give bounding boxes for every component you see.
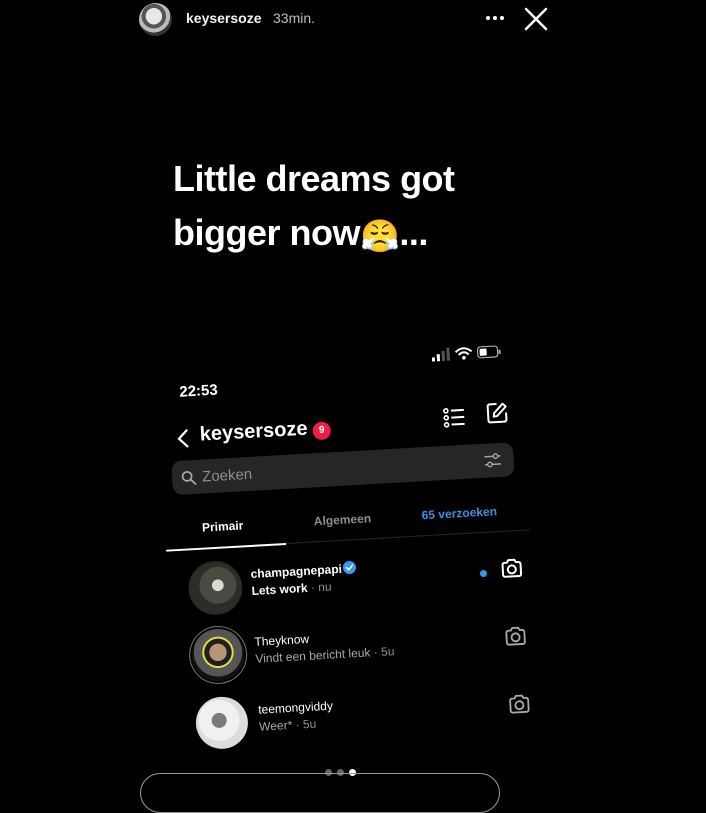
chat-row-theyknow[interactable]: Theyknow Vindt een bericht leuk · 5u: [190, 611, 534, 690]
camera-icon[interactable]: [503, 624, 528, 649]
story-timestamp: 33min.: [273, 10, 316, 26]
reply-input[interactable]: [140, 773, 500, 813]
camera-icon[interactable]: [499, 556, 524, 581]
avatar: [186, 559, 244, 617]
story-username[interactable]: keysersoze: [186, 10, 262, 26]
search-icon: [181, 471, 197, 485]
chat-name: teemongviddy: [257, 698, 334, 717]
avatar: [190, 627, 246, 683]
chat-row-teemongviddy[interactable]: teemongviddy Weer* · 5u: [194, 679, 538, 758]
tab-algemeen[interactable]: Algemeen: [313, 511, 371, 528]
tab-divider: [285, 529, 531, 544]
filter-icon[interactable]: [483, 451, 502, 470]
dm-screenshot: 22:53 keysersoze 9 Zoeken Primair Algeme…: [155, 329, 559, 786]
chat-name: Theyknow: [254, 631, 310, 649]
status-icons: [431, 345, 501, 362]
search-field[interactable]: Zoeken: [171, 442, 515, 496]
list-icon[interactable]: [442, 405, 467, 430]
chat-message: Lets work · nu: [251, 579, 332, 598]
active-tab-indicator: [166, 542, 287, 552]
notification-badge: 9: [312, 421, 332, 441]
chat-row-champagnepapi[interactable]: champagnepapi Lets work · nu: [186, 544, 530, 623]
caption-ellipsis: ...: [399, 212, 428, 253]
tab-primair[interactable]: Primair: [202, 518, 244, 534]
angry-face-emoji: 😤: [360, 218, 400, 254]
chat-message: Weer* · 5u: [258, 716, 317, 734]
caption-line-2: bigger now: [173, 212, 361, 253]
verified-badge-icon: [342, 560, 356, 574]
caption-line-1: Little dreams got: [173, 158, 455, 199]
search-placeholder: Zoeken: [201, 465, 253, 486]
story-caption: Little dreams got bigger now😤...: [173, 152, 553, 263]
back-arrow-icon[interactable]: [175, 428, 190, 449]
unread-indicator: [479, 569, 488, 578]
profile-avatar[interactable]: [139, 3, 172, 36]
more-options-icon[interactable]: [483, 6, 507, 30]
story-header: keysersoze 33min.: [0, 0, 706, 40]
tab-requests[interactable]: 65 verzoeken: [421, 504, 497, 522]
close-icon[interactable]: [522, 5, 550, 33]
chat-name: champagnepapi: [250, 561, 343, 581]
new-message-icon[interactable]: [484, 400, 509, 425]
status-time: 22:53: [178, 381, 219, 401]
camera-icon[interactable]: [507, 692, 532, 717]
avatar: [194, 695, 250, 751]
dm-account-title[interactable]: keysersoze: [199, 418, 308, 447]
